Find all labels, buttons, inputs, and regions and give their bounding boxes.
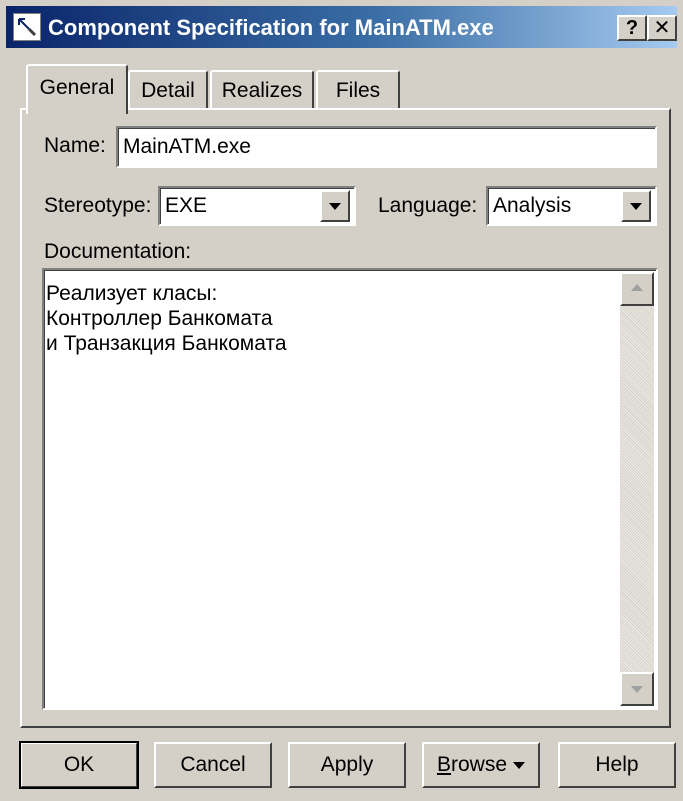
chevron-down-icon — [329, 203, 341, 210]
arrow-up-icon — [631, 284, 643, 291]
component-specification-dialog: Component Specification for MainATM.exe … — [0, 0, 683, 801]
cancel-button[interactable]: Cancel — [154, 742, 272, 788]
arrow-down-icon — [631, 686, 643, 693]
documentation-text: Реализует класы: Контроллер Банкомата и … — [46, 281, 287, 356]
window-title: Component Specification for MainATM.exe — [48, 15, 494, 40]
language-dropdown-button[interactable] — [621, 190, 651, 222]
browse-label: rowse — [450, 753, 508, 776]
language-select[interactable]: Analysis — [486, 186, 657, 226]
title-bar[interactable]: Component Specification for MainATM.exe … — [6, 6, 677, 48]
apply-button[interactable]: Apply — [288, 742, 406, 788]
tab-realizes[interactable]: Realizes — [210, 70, 314, 110]
tab-detail-label: Detail — [141, 79, 195, 102]
name-label: Name: — [44, 134, 106, 157]
close-button[interactable]: ✕ — [647, 15, 677, 41]
documentation-line: Реализует класы: — [46, 282, 218, 305]
chevron-down-icon — [630, 203, 642, 210]
tab-general[interactable]: General — [26, 64, 128, 114]
documentation-label: Documentation: — [44, 240, 192, 263]
tab-realizes-label: Realizes — [221, 79, 303, 102]
stereotype-dropdown-button[interactable] — [320, 190, 350, 222]
help-button[interactable]: Help — [558, 742, 676, 788]
scroll-up-button[interactable] — [620, 272, 654, 306]
documentation-scrollbar[interactable] — [620, 272, 654, 706]
tab-detail[interactable]: Detail — [128, 70, 208, 110]
language-label: Language: — [378, 194, 478, 217]
ok-button[interactable]: OK — [19, 741, 139, 789]
browse-button[interactable]: Browse — [422, 742, 540, 788]
tab-general-label: General — [39, 76, 115, 99]
language-value: Analysis — [493, 194, 572, 217]
tab-files-label: Files — [335, 79, 381, 102]
help-title-button[interactable]: ? — [617, 15, 647, 41]
dropdown-arrow-icon — [513, 761, 526, 769]
documentation-line: и Транзакция Банкомата — [46, 332, 287, 355]
stereotype-label: Stereotype: — [44, 194, 152, 217]
documentation-line: Контроллер Банкомата — [46, 307, 273, 330]
name-input-value: MainATM.exe — [123, 135, 251, 158]
stereotype-select[interactable]: EXE — [158, 186, 356, 226]
close-icon: ✕ — [653, 17, 671, 39]
browse-mnemonic: B — [436, 753, 451, 776]
stereotype-value: EXE — [165, 194, 208, 217]
scroll-down-button[interactable] — [620, 672, 654, 706]
name-input[interactable]: MainATM.exe — [116, 126, 657, 168]
rose-component-icon — [13, 13, 41, 41]
tab-files[interactable]: Files — [316, 70, 400, 110]
